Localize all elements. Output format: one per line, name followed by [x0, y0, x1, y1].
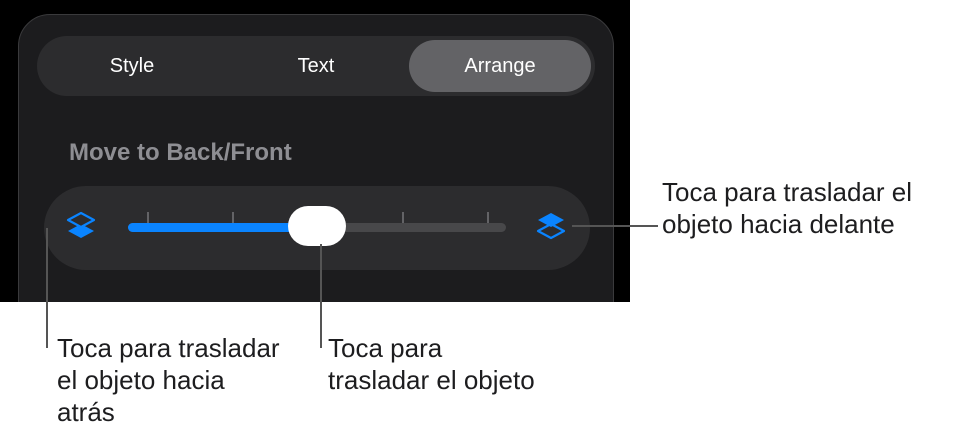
callout-drag-text: Toca para trasladar el objeto: [328, 332, 535, 396]
tab-style[interactable]: Style: [41, 40, 223, 92]
tab-text[interactable]: Text: [225, 40, 407, 92]
callout-drag-line-2: trasladar el objeto: [328, 365, 535, 395]
callout-line-front: [572, 225, 658, 227]
callout-line-drag: [320, 244, 322, 348]
slider-tick: [147, 212, 149, 223]
section-title: Move to Back/Front: [69, 139, 292, 166]
tab-arrange[interactable]: Arrange: [409, 40, 591, 92]
slider-tick: [232, 212, 234, 223]
slider-tick: [402, 212, 404, 223]
callout-back-line-2: el objeto hacia: [57, 365, 225, 395]
callout-front-line-2: objeto hacia delante: [662, 209, 895, 239]
layers-back-icon[interactable]: [64, 209, 98, 243]
callout-drag-line-1: Toca para: [328, 333, 443, 363]
callout-back-line-1: Toca para trasladar: [57, 333, 280, 363]
tab-control: Style Text Arrange: [37, 36, 595, 96]
slider-tick: [487, 212, 489, 223]
callout-front-line-1: Toca para trasladar el: [662, 177, 913, 207]
format-panel: Style Text Arrange Move to Back/Front: [18, 14, 614, 302]
callout-line-back: [46, 228, 48, 348]
move-back-front-control: [44, 186, 590, 270]
callout-back-text: Toca para trasladar el objeto hacia atrá…: [57, 332, 280, 428]
slider-thumb[interactable]: [288, 206, 346, 246]
layers-front-icon[interactable]: [534, 209, 568, 243]
callout-back-line-3: atrás: [57, 397, 115, 427]
callout-front-text: Toca para trasladar el objeto hacia dela…: [662, 176, 912, 240]
screenshot-area: Style Text Arrange Move to Back/Front: [0, 0, 630, 302]
